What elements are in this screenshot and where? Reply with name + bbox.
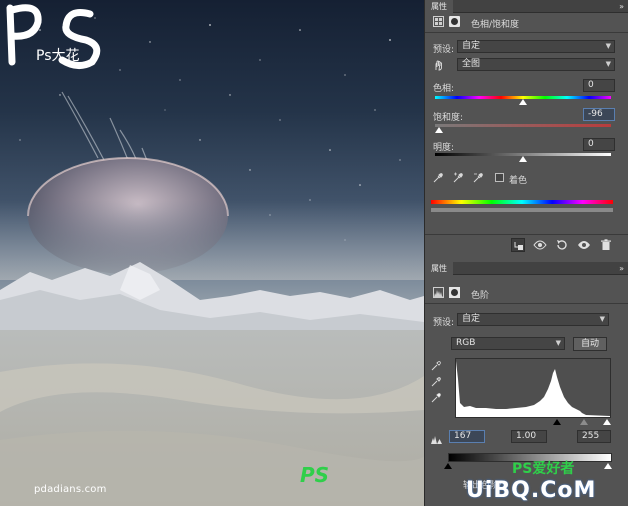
lightness-label: 明度: [433, 143, 455, 153]
chevron-down-icon: ▼ [605, 42, 611, 50]
saturation-slider-track[interactable] [435, 124, 611, 127]
preset-select[interactable]: 自定 ▼ [457, 40, 615, 53]
panel-title: 色阶 [471, 291, 490, 301]
preset-select[interactable]: 自定 ▼ [457, 313, 609, 326]
channel-value: RGB [456, 338, 476, 348]
lightness-slider-thumb[interactable] [519, 156, 527, 162]
panel-title: 色相/饱和度 [471, 20, 520, 30]
chevron-down-icon: ▼ [555, 339, 561, 347]
clip-to-layer-icon[interactable] [511, 238, 525, 252]
channel-select[interactable]: RGB ▼ [451, 337, 565, 350]
saturation-input[interactable]: -96 [583, 108, 615, 121]
pdadians-logo: Ps大花 [6, 4, 101, 69]
preset-value: 自定 [462, 314, 481, 324]
view-previous-state-icon[interactable] [533, 238, 547, 252]
chevron-down-icon: ▼ [599, 315, 605, 323]
gray-point-eyedropper-icon[interactable] [431, 376, 442, 387]
output-spectrum-bar [431, 208, 613, 212]
chevron-down-icon: ▼ [605, 60, 611, 68]
layer-mask-icon[interactable] [449, 16, 460, 27]
panel-menu-icon[interactable]: » [619, 262, 624, 275]
adjustment-layer-icon [433, 16, 444, 27]
lightness-input[interactable]: 0 [583, 138, 615, 151]
input-white-field[interactable]: 255 [577, 430, 611, 443]
eyedropper-minus-icon[interactable] [473, 172, 484, 183]
uibq-watermark: UiBQ.CoM [466, 478, 597, 503]
properties-tab[interactable]: 属性 [425, 262, 453, 275]
input-gamma-slider[interactable] [580, 419, 589, 425]
watermark-site: pdadians.com [34, 484, 107, 495]
hue-properties-tabbar: 属性 » [425, 0, 628, 13]
colorize-checkbox[interactable] [495, 173, 504, 182]
colorize-label: 着色 [509, 176, 528, 186]
input-black-field[interactable]: 167 [449, 430, 485, 443]
panel-menu-icon[interactable]: » [619, 0, 624, 13]
hue-label: 色相: [433, 84, 455, 94]
properties-panels: 属性 » 色相/饱和度 预设: 自定 ▼ 全图 ▼ 色相: 0 饱和度: -96 明… [424, 0, 628, 506]
ps-brand-logo: PS [300, 463, 329, 487]
hue-input[interactable]: 0 [583, 79, 615, 92]
black-point-eyedropper-icon[interactable] [431, 360, 442, 371]
preset-value: 自定 [462, 41, 481, 51]
hue-slider-thumb[interactable] [519, 99, 527, 105]
white-point-eyedropper-icon[interactable] [431, 392, 442, 403]
eyedropper-icon[interactable] [433, 172, 444, 183]
eyedropper-plus-icon[interactable] [453, 172, 464, 183]
reset-icon[interactable] [555, 238, 569, 252]
levels-histogram-icon [433, 287, 444, 298]
layer-mask-icon[interactable] [449, 287, 460, 298]
ps-lover-watermark: PS爱好者 [512, 461, 575, 477]
input-black-slider[interactable] [553, 419, 562, 425]
input-white-slider[interactable] [603, 419, 611, 425]
input-gamma-field[interactable]: 1.00 [511, 430, 547, 443]
visibility-icon[interactable] [577, 238, 591, 252]
output-black-slider[interactable] [444, 463, 452, 469]
scene-image: PS [0, 17, 424, 506]
levels-histogram [455, 358, 611, 418]
saturation-slider-thumb[interactable] [434, 127, 443, 133]
levels-properties-tabbar: 属性 » [425, 262, 628, 275]
trash-icon[interactable] [599, 238, 613, 252]
document-canvas[interactable]: PS Ps大花 pdadians.com [0, 0, 424, 506]
channel-value: 全图 [462, 59, 481, 69]
channel-select[interactable]: 全图 ▼ [457, 58, 615, 71]
clipping-warning-icon[interactable] [431, 434, 442, 445]
auto-button[interactable]: 自动 [573, 337, 607, 351]
saturation-label: 饱和度: [433, 113, 464, 123]
input-spectrum-bar [431, 200, 613, 204]
hand-adjust-icon[interactable] [433, 60, 444, 71]
preset-label: 预设: [433, 45, 455, 55]
properties-tab[interactable]: 属性 [425, 0, 453, 13]
preset-label: 预设: [433, 318, 455, 328]
logo-text: Ps大花 [36, 48, 80, 64]
output-white-slider[interactable] [604, 463, 612, 469]
